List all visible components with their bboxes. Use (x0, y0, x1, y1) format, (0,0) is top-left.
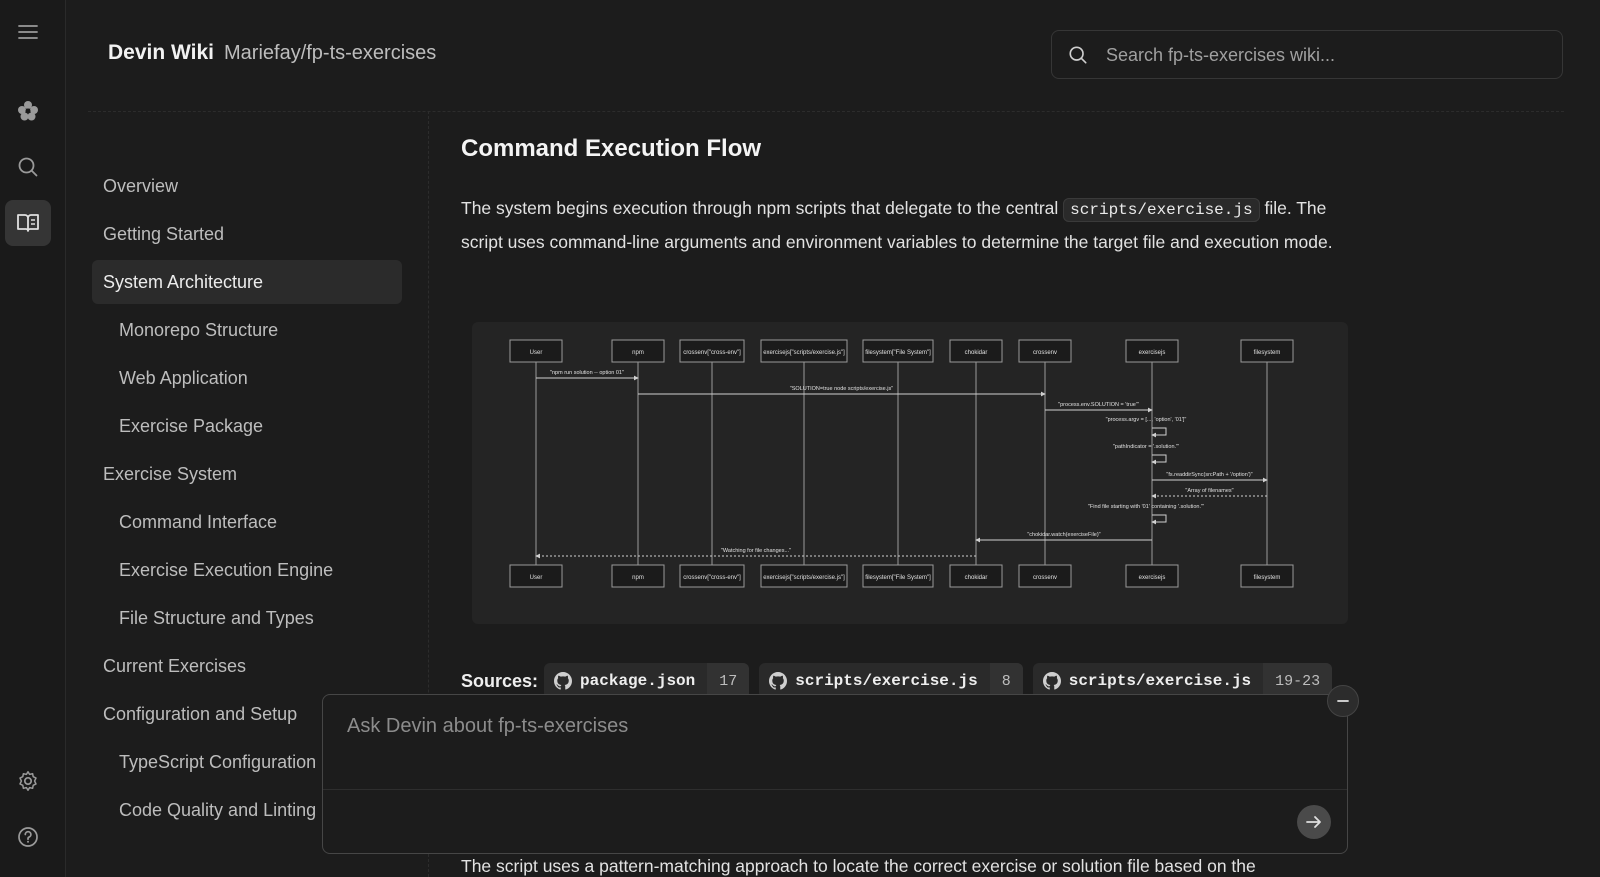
message-label: "pathIndicator = '.solution.'" (1113, 444, 1179, 450)
source-file-label: scripts/exercise.js (1068, 672, 1252, 690)
flower-icon (18, 101, 38, 121)
menu-icon (18, 25, 38, 39)
participant-label: chokidar (965, 575, 988, 581)
ask-input[interactable] (345, 713, 1309, 767)
ask-panel (322, 694, 1348, 854)
sidebar-item[interactable]: Getting Started (92, 212, 402, 256)
self-message-arrow (1151, 514, 1167, 525)
participant-label: exercisejs["scripts/exercise.js"] (763, 575, 845, 581)
self-message-arrow (1151, 454, 1167, 465)
sources-label: Sources: (461, 670, 539, 691)
sidebar-item[interactable]: Command Interface (92, 500, 402, 544)
help-icon (18, 827, 38, 847)
participant-label: crossenv (1033, 350, 1057, 356)
participant-label: filesystem["File System"] (865, 575, 931, 581)
participant-label: chokidar (965, 350, 988, 356)
message-label: "chokidar.watch(exerciseFile)" (1027, 532, 1100, 538)
github-icon (769, 672, 788, 690)
sidebar-item[interactable]: File Structure and Types (92, 596, 402, 640)
ask-divider (323, 789, 1347, 790)
repo-name[interactable]: Mariefay/fp-ts-exercises (224, 42, 436, 65)
sidebar-item[interactable]: System Architecture (92, 260, 402, 304)
message-label: "Watching for file changes..." (721, 548, 791, 554)
sequence-diagram: User User npm npm crossenv["cross-env"] cross… (472, 322, 1348, 624)
sidebar-item[interactable]: Exercise System (92, 452, 402, 496)
participant-label: User (530, 350, 543, 356)
sources-row: Sources: package.json 17 scripts/exercise.… (461, 663, 1342, 699)
header-divider (88, 111, 1564, 112)
book-icon (17, 214, 39, 232)
self-message-arrow (1151, 427, 1167, 438)
search-icon (18, 157, 38, 177)
participant-label: exercisejs["scripts/exercise.js"] (763, 350, 845, 356)
github-icon (554, 672, 573, 690)
sequence-diagram-svg: User User npm npm crossenv["cross-env"] cross… (509, 339, 1294, 588)
sidebar-item[interactable]: Web Application (92, 356, 402, 400)
settings-button[interactable] (5, 758, 51, 804)
section-heading: Command Execution Flow (461, 135, 762, 162)
message-label: "Array of filenames" (1185, 488, 1233, 494)
participant-label: filesystem (1254, 350, 1281, 356)
menu-button[interactable] (5, 9, 51, 55)
inline-code: scripts/exercise.js (1063, 198, 1260, 222)
message-label: "npm run solution -- option 01" (550, 370, 624, 376)
participant-label: filesystem (1254, 575, 1281, 581)
devin-logo-button[interactable] (5, 88, 51, 134)
help-button[interactable] (5, 814, 51, 860)
next-paragraph: The script uses a pattern-matching appro… (461, 856, 1256, 876)
search-box[interactable] (1051, 30, 1563, 80)
sidebar-item[interactable]: Current Exercises (92, 644, 402, 688)
sidebar-item[interactable]: Monorepo Structure (92, 308, 402, 352)
source-file-label: package.json (580, 672, 696, 690)
sidebar-item[interactable]: Exercise Package (92, 404, 402, 448)
message-label: "process.argv = [..., 'option', '01']" (1106, 417, 1187, 423)
sidebar-item[interactable]: Overview (92, 164, 402, 208)
github-icon (1042, 672, 1061, 690)
wiki-nav-button[interactable] (5, 200, 51, 246)
message-label: "SOLUTION=true node scripts/exercise.js" (790, 386, 893, 392)
participant-label: npm (632, 350, 644, 356)
participant-label: crossenv (1033, 575, 1057, 581)
participant-label: User (530, 575, 543, 581)
gear-icon (19, 771, 37, 791)
arrow-right-icon (1306, 816, 1321, 828)
message-label: "process.env.SOLUTION = 'true'" (1058, 402, 1139, 408)
intro-paragraph: The system begins execution through npm … (461, 192, 1361, 258)
message-label: "fs.readdirSync(srcPath + '/option')" (1166, 472, 1252, 478)
message-label: "Find file starting with '01' containing… (1088, 504, 1204, 510)
participant-label: filesystem["File System"] (865, 350, 931, 356)
participant-label: crossenv["cross-env"] (683, 350, 741, 356)
brand-title[interactable]: Devin Wiki (108, 41, 214, 65)
participant-label: npm (632, 575, 644, 581)
collapse-ask-button[interactable] (1327, 685, 1359, 717)
participant-label: exercisejs (1139, 350, 1166, 356)
participant-label: exercisejs (1139, 575, 1166, 581)
left-rail (0, 0, 66, 877)
minus-icon (1337, 700, 1349, 702)
search-nav-button[interactable] (5, 144, 51, 190)
search-input[interactable] (1104, 31, 1548, 80)
para-text-1: The system begins execution through npm … (461, 198, 1064, 218)
sidebar-item[interactable]: Exercise Execution Engine (92, 548, 402, 592)
search-icon (1069, 46, 1087, 64)
source-file-label: scripts/exercise.js (795, 672, 978, 690)
send-button[interactable] (1297, 805, 1331, 839)
participant-label: crossenv["cross-env"] (683, 575, 741, 581)
